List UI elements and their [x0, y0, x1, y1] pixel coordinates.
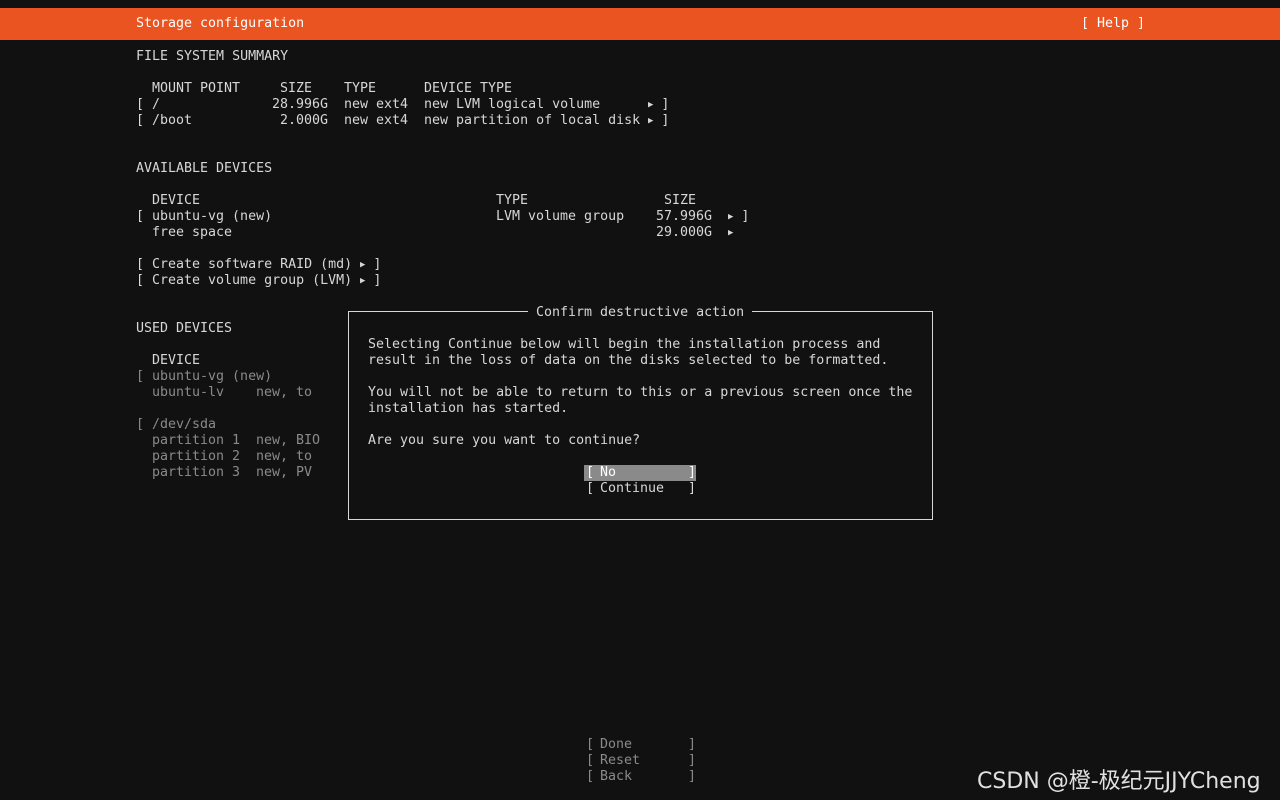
bracket-close: ] [688, 481, 697, 496]
fs-row-mount: / [152, 97, 161, 112]
back-button-label: Back [600, 769, 633, 784]
fs-summary-heading: FILE SYSTEM SUMMARY [136, 49, 289, 64]
chevron-right-icon: ▶ ] [360, 273, 382, 288]
bracket-close: ] [688, 465, 697, 480]
avail-row-device: ubuntu-vg (new) [152, 209, 273, 224]
dialog-message-line: installation has started. [368, 401, 569, 416]
continue-button-label: Continue [600, 481, 665, 496]
avail-col-device: DEVICE [152, 193, 201, 208]
no-button[interactable]: [ No ] [584, 465, 696, 481]
used-row-name: partition 3 [152, 465, 241, 480]
used-row-name: ubuntu-lv [152, 385, 225, 400]
chevron-right-icon: ▶ ] [360, 257, 382, 272]
used-row-info: new, to [256, 385, 313, 400]
avail-col-size: SIZE [664, 193, 697, 208]
fs-row-device-type: new LVM logical volume [424, 97, 601, 112]
avail-row-size: 57.996G [656, 209, 713, 224]
watermark: CSDN @橙-极纪元JJYCheng [977, 769, 1261, 794]
bracket-open: [ [586, 481, 595, 496]
fs-col-device-type: DEVICE TYPE [424, 81, 513, 96]
fs-col-size: SIZE [280, 81, 313, 96]
bracket-open: [ [136, 417, 145, 432]
bracket-open: [ [136, 257, 145, 272]
create-lvm-label: Create volume group (LVM) [152, 273, 353, 288]
fs-row-mount: /boot [152, 113, 193, 128]
used-row-name: partition 1 [152, 433, 241, 448]
avail-row-size: 29.000G [656, 225, 713, 240]
bracket-open: [ [136, 369, 145, 384]
dialog-message-line: You will not be able to return to this o… [368, 385, 913, 400]
fs-row-size: 2.000G [280, 113, 329, 128]
avail-row-device: free space [152, 225, 233, 240]
avail-row-type: LVM volume group [496, 209, 625, 224]
bracket-open: [ [586, 465, 595, 480]
help-button[interactable]: [ Help ] [1081, 16, 1145, 32]
bracket-open: [ [586, 753, 595, 768]
fs-row-size: 28.996G [272, 97, 329, 112]
bracket-open: [ [136, 273, 145, 288]
bracket-open: [ [136, 113, 145, 128]
used-row-info: new, to [256, 449, 313, 464]
dialog-title: Confirm destructive action [528, 305, 753, 321]
chevron-right-icon: ▶ [728, 228, 734, 238]
bracket-open: [ [586, 737, 595, 752]
dialog-message-line: Selecting Continue below will begin the … [368, 337, 881, 352]
page-title: Storage configuration [136, 16, 305, 31]
bracket-open: [ [136, 97, 145, 112]
used-row-name: ubuntu-vg (new) [152, 369, 273, 384]
reset-button-label: Reset [600, 753, 641, 768]
used-row-name: /dev/sda [152, 417, 217, 432]
used-row-info: new, BIO [256, 433, 321, 448]
create-raid-label: Create software RAID (md) [152, 257, 353, 272]
used-row-info: new, PV [256, 465, 313, 480]
bracket-open: [ [136, 209, 145, 224]
dialog-message-line: result in the loss of data on the disks … [368, 353, 889, 368]
avail-col-type: TYPE [496, 193, 529, 208]
fs-row-type: new ext4 [344, 97, 409, 112]
fs-row-type: new ext4 [344, 113, 409, 128]
available-heading: AVAILABLE DEVICES [136, 161, 273, 176]
used-heading: USED DEVICES [136, 321, 233, 336]
used-col-device: DEVICE [152, 353, 201, 368]
no-button-label: No [600, 465, 617, 480]
chevron-right-icon: ▶ ] [728, 209, 750, 224]
dialog-question: Are you sure you want to continue? [368, 433, 641, 448]
chevron-right-icon: ▶ ] [648, 97, 670, 112]
done-button-label: Done [600, 737, 633, 752]
fs-col-type: TYPE [344, 81, 377, 96]
bracket-close: ] [688, 737, 697, 752]
bracket-open: [ [586, 769, 595, 784]
chevron-right-icon: ▶ ] [648, 113, 670, 128]
used-row-name: partition 2 [152, 449, 241, 464]
fs-col-mount: MOUNT POINT [152, 81, 241, 96]
bracket-close: ] [688, 769, 697, 784]
fs-row-device-type: new partition of local disk [424, 113, 641, 128]
bracket-close: ] [688, 753, 697, 768]
title-bar: Storage configuration [ Help ] [0, 8, 1280, 40]
